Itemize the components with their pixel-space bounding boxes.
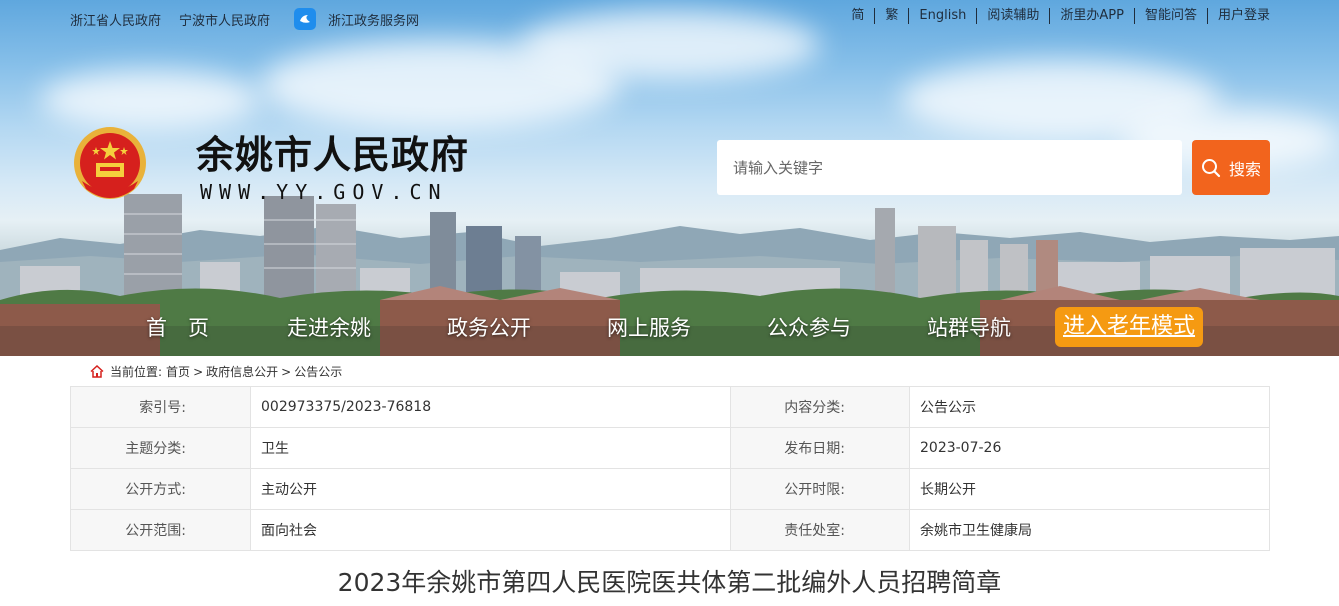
table-row: 主题分类: 卫生 发布日期: 2023-07-26 xyxy=(70,427,1270,469)
table-row: 公开范围: 面向社会 责任处室: 余姚市卫生健康局 xyxy=(70,509,1270,551)
value-responsible-office: 余姚市卫生健康局 xyxy=(909,509,1270,551)
article-title: 2023年余姚市第四人民医院医共体第二批编外人员招聘简章 xyxy=(337,568,1002,597)
value-disclosure-method: 主动公开 xyxy=(250,468,731,510)
nav-site-navigation[interactable]: 站群导航 xyxy=(927,312,1011,342)
table-row: 索引号: 002973375/2023-76818 内容分类: 公告公示 xyxy=(70,386,1270,428)
table-row: 公开方式: 主动公开 公开时限: 长期公开 xyxy=(70,468,1270,510)
value-topic-category: 卫生 xyxy=(250,427,731,469)
breadcrumb: 当前位置: 首页 > 政府信息公开 > 公告公示 xyxy=(90,363,342,380)
breadcrumb-announcements[interactable]: 公告公示 xyxy=(294,363,342,380)
link-smart-qa[interactable]: 智能问答 xyxy=(1133,8,1207,24)
label-index-number: 索引号: xyxy=(70,386,251,428)
top-right-links: 简 繁 English 阅读辅助 浙里办APP 智能问答 用户登录 xyxy=(841,8,1270,24)
value-disclosure-scope: 面向社会 xyxy=(250,509,731,551)
link-user-login[interactable]: 用户登录 xyxy=(1206,8,1270,24)
nav-online-services[interactable]: 网上服务 xyxy=(607,312,691,342)
nav-public-participation[interactable]: 公众参与 xyxy=(767,312,851,342)
site-title: 余姚市人民政府 xyxy=(196,133,470,177)
link-traditional[interactable]: 繁 xyxy=(874,8,908,24)
zjzw-logo-icon xyxy=(294,8,317,30)
site-url: WWW.YY.GOV.CN xyxy=(200,180,448,204)
search-input[interactable] xyxy=(717,140,1182,195)
breadcrumb-gov-info[interactable]: 政府信息公开 xyxy=(206,363,278,380)
nav-home[interactable]: 首 页 xyxy=(146,312,209,342)
label-topic-category: 主题分类: xyxy=(70,427,251,469)
label-responsible-office: 责任处室: xyxy=(730,509,910,551)
elder-mode-button[interactable]: 进入老年模式 xyxy=(1055,307,1204,347)
document-info-table: 索引号: 002973375/2023-76818 内容分类: 公告公示 主题分… xyxy=(70,386,1270,551)
breadcrumb-separator: > xyxy=(281,364,292,379)
search-icon xyxy=(1201,158,1221,177)
link-zjzw-service[interactable]: 浙江政务服务网 xyxy=(328,10,419,29)
label-content-category: 内容分类: xyxy=(730,386,910,428)
main-nav: 首 页 走进余姚 政务公开 网上服务 公众参与 站群导航 进入老年模式 xyxy=(0,300,1339,356)
value-disclosure-period: 长期公开 xyxy=(909,468,1270,510)
search-button-label: 搜索 xyxy=(1228,159,1261,179)
breadcrumb-prefix: 当前位置: xyxy=(110,365,163,379)
top-utility-bar: 浙江省人民政府 宁波市人民政府 浙江政务服务网 简 繁 English 阅读辅助… xyxy=(0,0,1339,34)
link-ningbo-gov[interactable]: 宁波市人民政府 xyxy=(179,10,270,29)
link-english[interactable]: English xyxy=(908,8,976,24)
label-publish-date: 发布日期: xyxy=(730,427,910,469)
top-left-links: 浙江省人民政府 宁波市人民政府 浙江政务服务网 xyxy=(70,8,437,30)
link-zlb-app[interactable]: 浙里办APP xyxy=(1049,8,1134,24)
label-disclosure-period: 公开时限: xyxy=(730,468,910,510)
label-disclosure-method: 公开方式: xyxy=(70,468,251,510)
label-disclosure-scope: 公开范围: xyxy=(70,509,251,551)
breadcrumb-home[interactable]: 首页 xyxy=(166,363,190,380)
link-zhejiang-gov[interactable]: 浙江省人民政府 xyxy=(70,10,161,29)
home-icon xyxy=(90,365,104,378)
search-button[interactable]: 搜索 xyxy=(1192,140,1270,195)
national-emblem-icon xyxy=(74,127,146,199)
link-simplified[interactable]: 简 xyxy=(841,8,874,24)
header-banner: 浙江省人民政府 宁波市人民政府 浙江政务服务网 简 繁 English 阅读辅助… xyxy=(0,0,1339,356)
value-content-category: 公告公示 xyxy=(909,386,1270,428)
breadcrumb-separator: > xyxy=(193,364,204,379)
value-index-number: 002973375/2023-76818 xyxy=(250,386,731,428)
nav-gov-affairs[interactable]: 政务公开 xyxy=(447,312,531,342)
value-publish-date: 2023-07-26 xyxy=(909,427,1270,469)
link-reading-aid[interactable]: 阅读辅助 xyxy=(976,8,1049,24)
nav-about-yuyao[interactable]: 走进余姚 xyxy=(287,312,371,342)
